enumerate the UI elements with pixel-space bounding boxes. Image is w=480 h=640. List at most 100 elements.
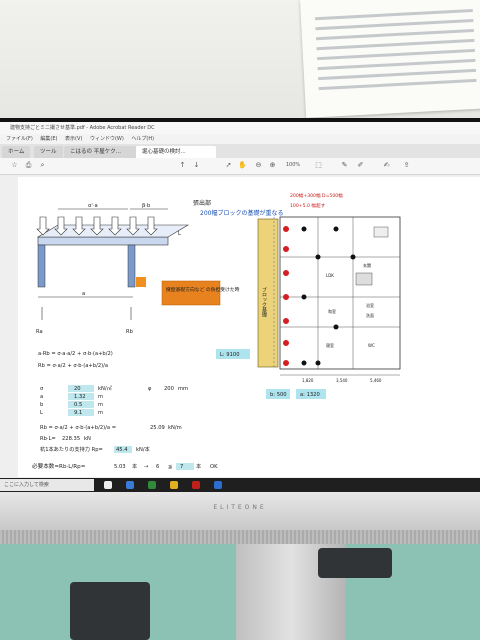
- task-view-icon[interactable]: [104, 481, 112, 489]
- tab-home[interactable]: ホーム: [2, 146, 31, 158]
- arrow-marker: [136, 277, 146, 287]
- floor-plan: 200幅ブロックの基礎が重なる 200幅+300幅 D=500幅 100+5.0…: [200, 192, 401, 399]
- param-value: 9.1: [74, 410, 82, 416]
- print-icon[interactable]: ⎙: [24, 161, 33, 170]
- required-count: 6: [156, 464, 159, 470]
- monitor-chin: ELITEONE: [0, 492, 480, 530]
- drawing-canvas: α'·a β·b a L 張出部 Ra Rb 擁壁基礎方向など の負担受けた時 …: [32, 192, 401, 470]
- toolbar: ☆ ⎙ ⌕ ↑ ↓ ➚ ✋ ⊖ ⊕ 100% ⬚ ✎ ✐ ✍ ⇪: [0, 158, 480, 175]
- required-ok: OK: [210, 464, 218, 470]
- overhang-label: 張出部: [193, 199, 211, 207]
- black-box: [318, 548, 392, 578]
- rb-total-label: Rb·L=: [40, 436, 56, 442]
- Rb-label: Rb: [126, 329, 134, 335]
- Ra-label: Ra: [36, 329, 43, 335]
- rb-total-unit: kN: [84, 436, 91, 442]
- param-value: 20: [74, 386, 81, 392]
- comment-icon[interactable]: ✎: [340, 161, 349, 170]
- dim-alpha-label: α'·a: [88, 203, 98, 209]
- menu-bar: ファイル(F) 編集(E) 表示(V) ウィンドウ(W) ヘルプ(H): [0, 134, 480, 144]
- phi-label: φ: [148, 386, 152, 392]
- sign-icon[interactable]: ✍: [382, 161, 391, 170]
- red-note-2: 100+5.0 幅超す: [290, 202, 326, 209]
- formula-2: Rb = σ·a/2 + σ·b·(a+b/2)/a: [38, 363, 108, 369]
- required-le: ≦: [168, 464, 172, 470]
- formula-1: a·Rb = σ·a·a/2 + σ·b·(a+b/2): [38, 351, 113, 357]
- cursor-icon[interactable]: ➚: [224, 161, 233, 170]
- tab-bar: ホーム ツール こはるの 平屋ケク... 堀心基礎の検討...: [0, 144, 480, 158]
- param-name: b: [40, 402, 44, 408]
- menu-help[interactable]: ヘルプ(H): [131, 136, 154, 142]
- router-device: [70, 582, 150, 640]
- dim-a-label: a: [82, 291, 85, 297]
- paper-sheet: [300, 0, 480, 118]
- menu-edit[interactable]: 編集(E): [40, 136, 57, 142]
- rb-unit: kN/m: [168, 425, 182, 431]
- b-value: b: 500: [270, 392, 287, 398]
- block-label: ブロック基礎: [261, 286, 267, 318]
- zoom-level[interactable]: 100%: [284, 161, 302, 170]
- param-table: σ 20 kN/㎡ a 1.32 m b 0.5 m L 9.1 m φ 200…: [40, 384, 188, 416]
- zoom-in-icon[interactable]: ⊕: [268, 161, 277, 170]
- tab-doc-2[interactable]: 堀心基礎の検討...: [136, 146, 216, 158]
- menu-file[interactable]: ファイル(F): [6, 136, 33, 142]
- edge-icon[interactable]: [126, 481, 134, 489]
- up-icon[interactable]: ↑: [178, 161, 187, 170]
- rb-expr: Rb = σ·a/2 + σ·b·(a+b/2)/a =: [40, 425, 116, 431]
- pile-support-label: 杭1本あたりの支持力 Rp=: [40, 445, 103, 453]
- param-value: 0.5: [74, 402, 82, 408]
- room-label: LDK: [326, 273, 334, 278]
- dim-bottom: 1,820: [302, 378, 314, 383]
- room-label: 浴室: [366, 302, 374, 308]
- required-arrow: →: [144, 464, 149, 470]
- param-unit: m: [98, 402, 103, 408]
- room-label: 洗面: [366, 312, 374, 318]
- dim-bottom: 5,460: [370, 378, 382, 383]
- dim-bottom: 3,540: [336, 378, 348, 383]
- window-title: 建物支持ごとミニ撮させ基準.pdf - Adobe Acrobat Reader…: [0, 122, 480, 134]
- red-note-1: 200幅+300幅 D=500幅: [290, 192, 343, 199]
- L-label: L: [178, 231, 181, 237]
- param-name: σ: [40, 386, 44, 392]
- hand-icon[interactable]: ✋: [238, 161, 247, 170]
- phi-unit: mm: [178, 386, 188, 392]
- taskbar: ここに入力して検索: [0, 478, 480, 492]
- folder-icon[interactable]: [170, 481, 178, 489]
- room-label: 玄関: [363, 262, 371, 268]
- phi-value: 200: [164, 386, 174, 392]
- rb-value: 25.09: [150, 425, 165, 431]
- param-name: L: [40, 410, 43, 416]
- room-label: 和室: [328, 308, 336, 314]
- param-unit: kN/㎡: [98, 384, 113, 392]
- down-icon[interactable]: ↓: [192, 161, 201, 170]
- param-name: a: [40, 394, 43, 400]
- param-unit: m: [98, 394, 103, 400]
- pile-support-unit: kN/本: [136, 445, 150, 453]
- share-icon[interactable]: ⇪: [402, 161, 411, 170]
- wall-note-text: 擁壁基礎方向など の負担受けた時: [166, 286, 240, 293]
- pen-icon[interactable]: ✐: [356, 161, 365, 170]
- document-page: α'·a β·b a L 張出部 Ra Rb 擁壁基礎方向など の負担受けた時 …: [18, 177, 480, 477]
- star-icon[interactable]: ☆: [10, 161, 19, 170]
- acrobat-icon[interactable]: [192, 481, 200, 489]
- zoom-out-icon[interactable]: ⊖: [254, 161, 263, 170]
- tab-tools[interactable]: ツール: [34, 146, 63, 158]
- app-icon[interactable]: [214, 481, 222, 489]
- menu-window[interactable]: ウィンドウ(W): [90, 136, 124, 142]
- wall-note-box: [161, 280, 221, 306]
- tab-doc-1[interactable]: こはるの 平屋ケク...: [64, 146, 136, 158]
- a-value: a: 1320: [300, 392, 320, 398]
- block-foundation-note: 200幅ブロックの基礎が重なる: [200, 209, 283, 217]
- pile-support-value: 45.4: [116, 447, 128, 453]
- fit-icon[interactable]: ⬚: [314, 161, 323, 170]
- chrome-icon[interactable]: [148, 481, 156, 489]
- required-unit: 本: [132, 462, 137, 470]
- rb-total-value: 228.35: [62, 436, 80, 442]
- taskbar-search[interactable]: ここに入力して検索: [0, 479, 94, 491]
- required-unit2: 本: [196, 462, 201, 470]
- search-icon[interactable]: ⌕: [38, 161, 47, 170]
- speaker-grille: [0, 530, 480, 544]
- required-cmp: 7: [180, 464, 183, 470]
- screen: 建物支持ごとミニ撮させ基準.pdf - Adobe Acrobat Reader…: [0, 122, 480, 484]
- menu-view[interactable]: 表示(V): [65, 136, 82, 142]
